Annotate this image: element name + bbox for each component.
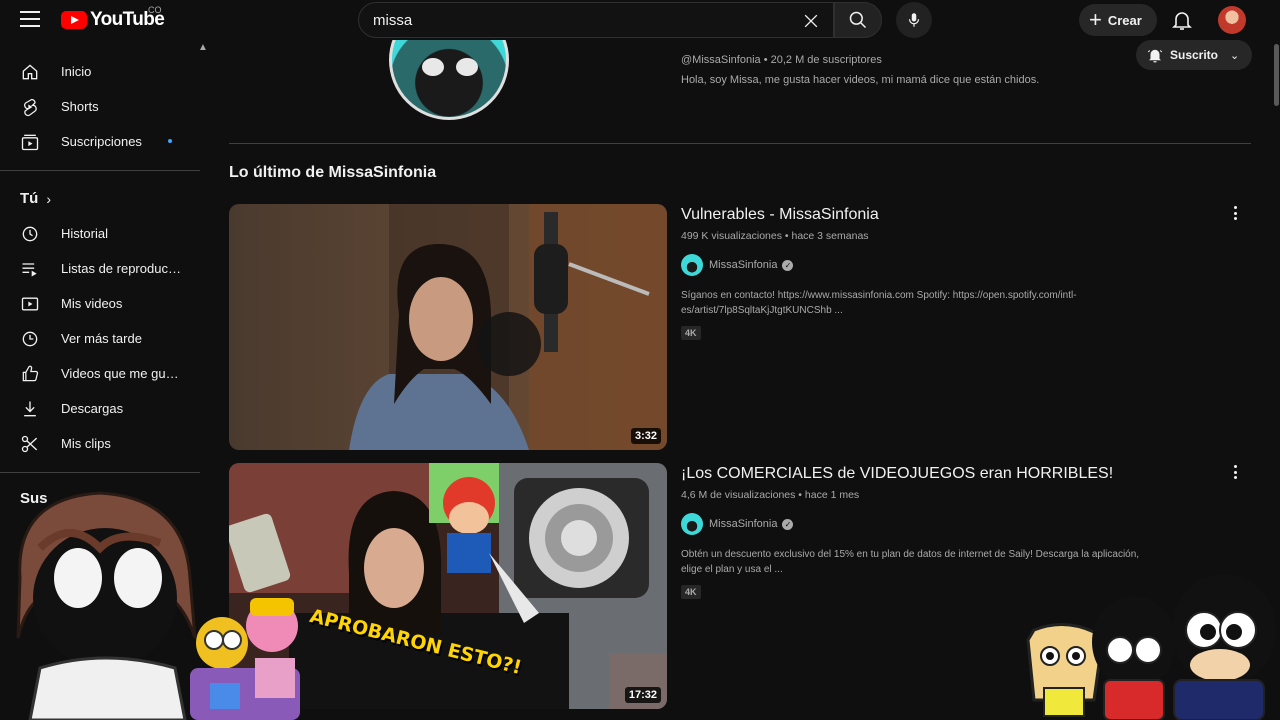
avatar-eye [422,58,444,76]
subscriptions-icon [21,134,39,150]
sidebar-item-label: Videos que me gus... [61,366,181,381]
sidebar-item-label: Mis videos [61,296,123,311]
country-code: CO [148,5,162,15]
youtube-play-icon [61,11,87,29]
sidebar-you-heading[interactable]: Tú › [20,190,51,207]
microphone-icon [908,13,920,27]
sidebar-item-label: Ver más tarde [61,331,142,346]
video-thumbnail[interactable]: 3:32 [229,204,667,450]
history-icon [22,226,38,241]
video-channel-name: MissaSinfonia [709,518,778,530]
search-button[interactable] [834,2,882,38]
video-description: Síganos en contacto! https://www.missasi… [681,290,1077,316]
verified-icon: ✓ [782,259,794,271]
downloads-icon [24,401,36,416]
sidebar-item-liked-videos[interactable]: Videos que me gus... [0,356,200,391]
sidebar-item-label: Historial [61,226,108,241]
subscribed-button[interactable]: Suscrito ⌄ [1136,40,1252,70]
search-icon [849,11,867,29]
more-options-icon[interactable] [1229,204,1241,222]
sidebar-scroll-up-icon[interactable]: ▲ [198,42,208,53]
clear-icon[interactable] [801,11,821,31]
bell-icon [1147,49,1163,63]
top-bar: YouTube CO + Crear [0,0,1280,40]
create-button[interactable]: + Crear [1079,4,1157,36]
sidebar-item-inicio[interactable]: Inicio [0,54,200,89]
sidebar-divider [0,170,200,171]
sidebar-item-historial[interactable]: Historial [0,216,200,251]
quality-badge: 4K [681,585,701,599]
video-duration: 17:32 [624,687,661,703]
sidebar-divider [0,472,200,473]
new-content-dot [168,139,172,143]
watch-later-icon [22,331,38,346]
channel-mini-avatar [681,254,703,276]
clips-icon [21,435,38,452]
video-channel-link[interactable]: MissaSinfonia ✓ [681,513,794,535]
avatar-eye [456,58,478,76]
quality-badge: 4K [681,326,701,340]
you-heading-label: Tú [20,190,39,207]
video-duration: 3:32 [630,428,661,444]
sidebar-item-shorts[interactable]: Shorts [0,89,200,124]
sidebar-item-descargas[interactable]: Descargas [0,391,200,426]
sidebar-item-label: Suscripciones [61,134,142,149]
sidebar-item-label: Descargas [61,401,124,416]
thumbnail-image [229,204,667,450]
liked-icon [22,365,39,381]
channel-description: Hola, soy Missa, me gusta hacer videos, … [681,74,1040,86]
character-overlay-right [1026,574,1276,720]
video-item: 3:32 Vulnerables - MissaSinfonia 499 K v… [229,204,1259,450]
sidebar-item-mis-clips[interactable]: Mis clips [0,426,200,461]
sidebar-item-playlists[interactable]: Listas de reproducc... [0,251,200,286]
user-avatar[interactable] [1218,6,1246,34]
video-meta: 4,6 M de visualizaciones • hace 1 mes [681,489,860,501]
sidebar-item-suscripciones[interactable]: Suscripciones [0,124,200,159]
channel-handle-subscribers: @MissaSinfonia • 20,2 M de suscriptores [681,54,882,66]
search-box [358,2,834,38]
video-channel-name: MissaSinfonia [709,259,778,271]
sidebar-item-label: Shorts [61,99,99,114]
channel-mini-avatar [681,513,703,535]
sidebar-item-label: Mis clips [61,436,111,451]
home-icon [22,63,38,79]
sidebar-item-ver-mas-tarde[interactable]: Ver más tarde [0,321,200,356]
verified-icon: ✓ [782,518,794,530]
video-channel-link[interactable]: MissaSinfonia ✓ [681,254,794,276]
playlists-icon [22,262,37,276]
sidebar-item-mis-videos[interactable]: Mis videos [0,286,200,321]
notifications-bell-icon[interactable] [1170,8,1194,32]
video-meta: 499 K visualizaciones • hace 3 semanas [681,230,869,242]
menu-icon[interactable] [20,11,40,29]
character-overlay-left [16,491,300,720]
main-divider [229,143,1251,144]
sidebar-item-label: Inicio [61,64,92,79]
sidebar-item-label: Listas de reproducc... [61,261,181,276]
shelf-title: Lo último de MissaSinfonia [229,164,437,181]
subscribed-label: Suscrito [1170,48,1219,62]
create-label: Crear [1107,12,1142,28]
shorts-icon [24,98,37,116]
video-title[interactable]: ¡Los COMERCIALES de VIDEOJUEGOS eran HOR… [681,465,1113,483]
page-scrollbar[interactable] [1274,44,1279,106]
voice-search-button[interactable] [896,2,932,38]
my-videos-icon [21,297,39,310]
chevron-right-icon: › [46,190,51,207]
video-title[interactable]: Vulnerables - MissaSinfonia [681,206,879,224]
plus-icon: + [1089,7,1102,32]
chevron-down-icon: ⌄ [1230,49,1240,62]
more-options-icon[interactable] [1229,463,1241,481]
search-input[interactable] [373,11,773,29]
